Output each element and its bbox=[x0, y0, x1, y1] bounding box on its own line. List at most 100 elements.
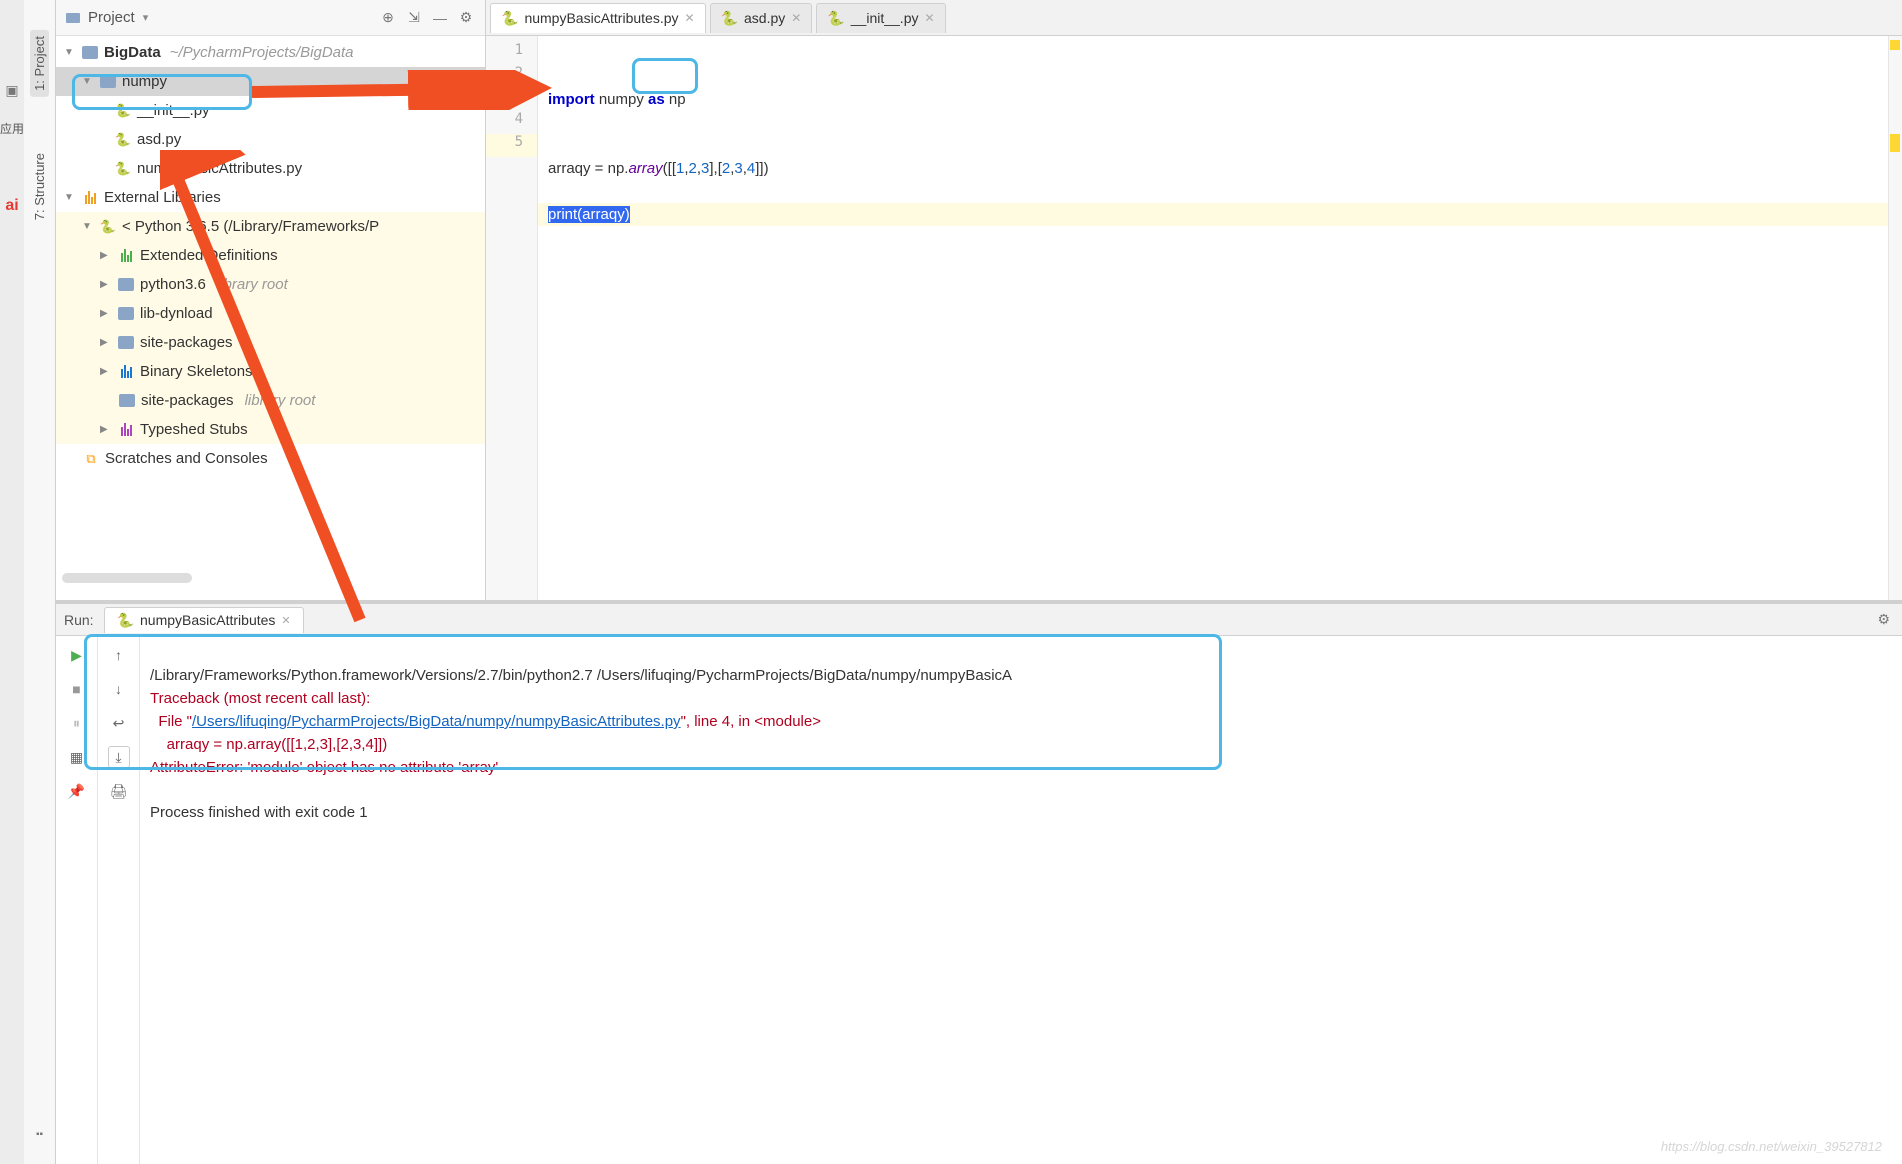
project-tree[interactable]: ▼ BigData ~/PycharmProjects/BigData ▼ nu… bbox=[56, 36, 485, 600]
root-name: BigData bbox=[104, 44, 161, 61]
pause-button[interactable]: ⏸ bbox=[66, 712, 88, 734]
tree-ext-def[interactable]: ▶ Extended Definitions bbox=[56, 241, 485, 270]
tree-root[interactable]: ▼ BigData ~/PycharmProjects/BigData bbox=[56, 38, 485, 67]
editor-body[interactable]: 1 2 3 4 5 import numpy as np arraqy = np… bbox=[486, 36, 1902, 600]
settings-icon[interactable]: ⚙ bbox=[1877, 611, 1890, 628]
console-output[interactable]: /Library/Frameworks/Python.framework/Ver… bbox=[140, 636, 1902, 1164]
layout-icon[interactable]: ▦ bbox=[66, 746, 88, 768]
scroll-icon[interactable]: ⤓ bbox=[108, 746, 130, 768]
folder-icon bbox=[118, 392, 136, 410]
rerun-button[interactable]: ▶ bbox=[66, 644, 88, 666]
down-icon[interactable]: ↓ bbox=[108, 678, 130, 700]
numpy-dir-label: numpy bbox=[122, 73, 167, 90]
run-tab[interactable]: 🐍 numpyBasicAttributes ✕ bbox=[104, 607, 304, 633]
folder-icon bbox=[81, 44, 99, 62]
line-number: 4 bbox=[486, 111, 537, 134]
folder-icon bbox=[117, 276, 135, 294]
collapse-icon[interactable]: ⇲ bbox=[405, 9, 423, 27]
tree-libdyn[interactable]: ▶ lib-dynload bbox=[56, 299, 485, 328]
tree-sitepkg[interactable]: ▶ site-packages bbox=[56, 328, 485, 357]
tree-typeshed[interactable]: ▶ Typeshed Stubs bbox=[56, 415, 485, 444]
chevron-down-icon[interactable]: ▾ bbox=[143, 11, 149, 24]
close-icon[interactable]: ✕ bbox=[791, 11, 801, 25]
tree-scratches[interactable]: ⧉ Scratches and Consoles bbox=[56, 444, 485, 473]
tree-numpy-dir[interactable]: ▼ numpy bbox=[56, 67, 485, 96]
python-file-icon: 🐍 bbox=[501, 10, 518, 27]
folder-icon bbox=[117, 334, 135, 352]
project-pane-title[interactable]: Project bbox=[88, 9, 135, 26]
run-toolbar-left2: ↑ ↓ ↩ ⤓ 🖨 bbox=[98, 636, 140, 1164]
console-file-link[interactable]: /Users/lifuqing/PycharmProjects/BigData/… bbox=[192, 713, 681, 730]
app-sidebar: ▣ 应用 ai bbox=[0, 0, 24, 1164]
console-traceback: Traceback (most recent call last): bbox=[150, 690, 370, 707]
chevron-right-icon[interactable]: ▶ bbox=[100, 250, 112, 261]
editor-gutter: 1 2 3 4 5 bbox=[486, 36, 538, 600]
tree-numpy-attr[interactable]: 🐍 numpyBasicAttributes.py bbox=[56, 154, 485, 183]
editor-tabs: 🐍 numpyBasicAttributes.py ✕ 🐍 asd.py ✕ 🐍… bbox=[486, 0, 1902, 36]
python-sdk-icon: 🐍 bbox=[99, 218, 117, 236]
run-toolbar-left: ▶ ■ ⏸ ▦ 📌 bbox=[56, 636, 98, 1164]
tab-numpy-attr[interactable]: 🐍 numpyBasicAttributes.py ✕ bbox=[490, 3, 706, 33]
python-file-icon: 🐍 bbox=[117, 612, 134, 629]
project-bar-icon bbox=[66, 13, 80, 23]
tree-python36[interactable]: ▶ python3.6 library root bbox=[56, 270, 485, 299]
python-file-icon: 🐍 bbox=[114, 131, 132, 149]
chevron-down-icon[interactable]: ▼ bbox=[82, 76, 94, 87]
tree-sitepkg2[interactable]: site-packages library root bbox=[56, 386, 485, 415]
stop-button[interactable]: ■ bbox=[66, 678, 88, 700]
chevron-right-icon[interactable]: ▶ bbox=[100, 279, 112, 290]
library-icon bbox=[117, 421, 135, 439]
tab-asd[interactable]: 🐍 asd.py ✕ bbox=[710, 3, 813, 33]
tree-ext-lib[interactable]: ▼ External Libraries bbox=[56, 183, 485, 212]
locate-icon[interactable]: ⊕ bbox=[379, 9, 397, 27]
scrollbar-horizontal[interactable] bbox=[62, 573, 192, 583]
console-exit: Process finished with exit code 1 bbox=[150, 804, 368, 821]
run-label: Run: bbox=[64, 612, 94, 628]
wrap-icon[interactable]: ↩ bbox=[108, 712, 130, 734]
strip-warning[interactable] bbox=[1890, 134, 1900, 152]
tree-asd[interactable]: 🐍 asd.py bbox=[56, 125, 485, 154]
chevron-right-icon[interactable]: ▶ bbox=[100, 366, 112, 377]
tree-init[interactable]: 🐍 __init__.py bbox=[56, 96, 485, 125]
editor-area: 🐍 numpyBasicAttributes.py ✕ 🐍 asd.py ✕ 🐍… bbox=[486, 0, 1902, 600]
close-icon[interactable]: ✕ bbox=[685, 11, 695, 25]
chevron-down-icon[interactable]: ▼ bbox=[64, 47, 76, 58]
code-content[interactable]: import numpy as np arraqy = np.array([[1… bbox=[538, 36, 1902, 600]
project-pane-header: Project ▾ ⊕ ⇲ — ⚙ bbox=[56, 0, 485, 36]
watermark: https://blog.csdn.net/weixin_39527812 bbox=[1661, 1136, 1882, 1158]
tab-project[interactable]: 1: Project bbox=[30, 30, 49, 97]
folder-icon bbox=[117, 305, 135, 323]
up-icon[interactable]: ↑ bbox=[108, 644, 130, 666]
python-file-icon: 🐍 bbox=[827, 10, 844, 27]
chevron-right-icon[interactable]: ▶ bbox=[100, 424, 112, 435]
root-path: ~/PycharmProjects/BigData bbox=[170, 44, 354, 61]
line-number: 5 bbox=[486, 134, 537, 157]
editor-error-strip[interactable] bbox=[1888, 36, 1902, 600]
sep-icon: — bbox=[431, 9, 449, 27]
pin-icon[interactable]: 📌 bbox=[66, 780, 88, 802]
line-number: 1 bbox=[486, 42, 537, 65]
strip-warning[interactable] bbox=[1890, 40, 1900, 50]
chevron-right-icon[interactable]: ▶ bbox=[100, 337, 112, 348]
library-icon bbox=[117, 247, 135, 265]
line-number: 2 bbox=[486, 65, 537, 88]
close-icon[interactable]: ✕ bbox=[281, 614, 290, 627]
close-icon[interactable]: ✕ bbox=[924, 11, 934, 25]
run-header: Run: 🐍 numpyBasicAttributes ✕ ⚙ bbox=[56, 604, 1902, 636]
run-pane: Run: 🐍 numpyBasicAttributes ✕ ⚙ ▶ ■ ⏸ ▦ … bbox=[56, 600, 1902, 1164]
tool-window-bar: 1: Project 7: Structure ▪▪ bbox=[24, 0, 56, 1164]
settings-icon[interactable]: ⚙ bbox=[457, 9, 475, 27]
chevron-down-icon[interactable]: ▼ bbox=[82, 221, 94, 232]
tab-init[interactable]: 🐍 __init__.py ✕ bbox=[816, 3, 945, 33]
chevron-right-icon[interactable]: ▶ bbox=[100, 308, 112, 319]
print-icon[interactable]: 🖨 bbox=[108, 780, 130, 802]
scratches-icon: ⧉ bbox=[82, 450, 100, 468]
tree-sdk[interactable]: ▼ 🐍 < Python 3.6.5 (/Library/Frameworks/… bbox=[56, 212, 485, 241]
chevron-down-icon[interactable]: ▼ bbox=[64, 192, 76, 203]
tab-structure[interactable]: 7: Structure bbox=[30, 147, 49, 226]
folder-icon bbox=[99, 73, 117, 91]
python-file-icon: 🐍 bbox=[114, 102, 132, 120]
ai-label: ai bbox=[5, 197, 18, 215]
tree-binskel[interactable]: ▶ Binary Skeletons bbox=[56, 357, 485, 386]
console-error: AttributeError: 'module' object has no a… bbox=[150, 759, 498, 776]
